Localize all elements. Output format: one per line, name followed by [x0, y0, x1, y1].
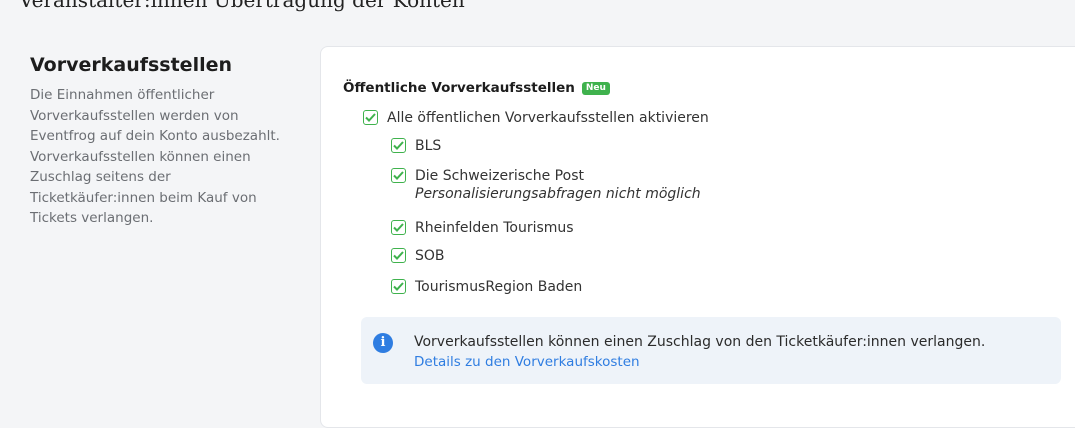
checkbox-icon[interactable]	[391, 279, 406, 294]
new-badge: Neu	[581, 81, 610, 95]
card-title-text: Öffentliche Vorverkaufsstellen	[343, 80, 575, 96]
settings-card: Öffentliche Vorverkaufsstellen Neu Alle …	[320, 46, 1075, 428]
checkbox-label: SOB	[415, 248, 445, 264]
checkbox-all-outlets[interactable]: Alle öffentlichen Vorverkaufsstellen akt…	[363, 109, 709, 127]
option-text-group: Die Schweizerische Post Personalisierung…	[415, 167, 701, 203]
sales-cost-details-link[interactable]: Details zu den Vorverkaufskosten	[414, 352, 985, 372]
checkbox-icon[interactable]	[391, 220, 406, 235]
checkbox-label: Alle öffentlichen Vorverkaufsstellen akt…	[387, 110, 709, 126]
section-description: Die Einnahmen öffentlicher Vorverkaufsst…	[30, 87, 280, 226]
checkbox-tourismusregion-baden[interactable]: TourismusRegion Baden	[391, 278, 582, 296]
checkbox-sob[interactable]: SOB	[391, 247, 445, 265]
info-box: i Vorverkaufsstellen können einen Zuschl…	[361, 317, 1061, 384]
checkbox-icon[interactable]	[391, 138, 406, 153]
checkbox-icon[interactable]	[363, 110, 378, 125]
checkbox-schweizerische-post[interactable]: Die Schweizerische Post Personalisierung…	[391, 167, 701, 203]
checkbox-icon[interactable]	[391, 248, 406, 263]
info-message: Vorverkaufsstellen können einen Zuschlag…	[414, 334, 986, 350]
checkbox-label: Die Schweizerische Post	[415, 168, 584, 184]
checkbox-icon[interactable]	[391, 168, 406, 183]
option-note: Personalisierungsabfragen nicht möglich	[415, 186, 701, 202]
checkbox-label: BLS	[415, 138, 442, 154]
checkbox-rheinfelden-tourismus[interactable]: Rheinfelden Tourismus	[391, 219, 574, 237]
checkbox-label: Rheinfelden Tourismus	[415, 220, 574, 236]
info-text-group: Vorverkaufsstellen können einen Zuschlag…	[414, 332, 985, 372]
checkbox-label: TourismusRegion Baden	[415, 279, 583, 295]
card-title: Öffentliche Vorverkaufsstellen Neu	[343, 80, 610, 96]
checkbox-bls[interactable]: BLS	[391, 137, 441, 155]
section-intro: Vorverkaufsstellen Die Einnahmen öffentl…	[30, 53, 280, 229]
info-icon: i	[373, 333, 393, 353]
section-title: Vorverkaufsstellen	[30, 54, 233, 76]
cropped-header-text: Veranstalter:innen Übertragung der Konte…	[19, 0, 465, 12]
